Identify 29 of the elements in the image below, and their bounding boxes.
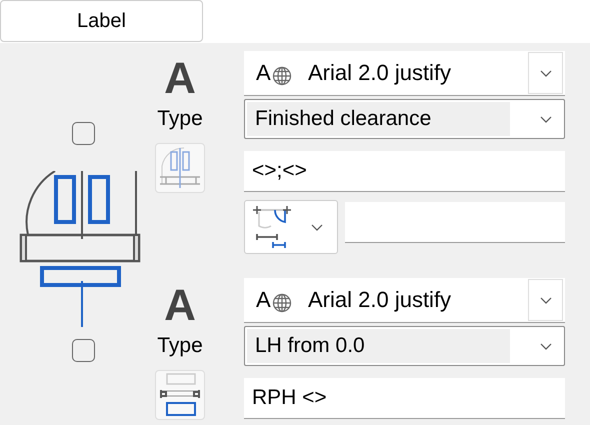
- chevron-down-icon: [311, 224, 323, 230]
- text-style-letter: A: [164, 57, 196, 101]
- font-dropdown[interactable]: A Arial 2.0 justify: [244, 51, 565, 96]
- label-button[interactable]: Label: [0, 0, 203, 42]
- globe-icon: [272, 293, 292, 313]
- type-label: Type: [157, 334, 203, 358]
- type-label: Type: [157, 107, 203, 131]
- mode-dropdown[interactable]: LH from 0.0: [244, 326, 565, 366]
- frame-section-icon: [158, 372, 202, 418]
- chevron-down-icon: [540, 296, 552, 304]
- dimension-dropdown[interactable]: [244, 200, 338, 254]
- font-name: Arial 2.0 justify: [307, 287, 452, 313]
- checkbox[interactable]: [72, 122, 94, 145]
- font-letter: A: [256, 289, 271, 311]
- text-style-letter: A: [164, 284, 196, 328]
- type-button[interactable]: [155, 370, 205, 420]
- globe-icon: [272, 66, 292, 86]
- chevron-down-icon: [540, 342, 552, 350]
- font-dropdown[interactable]: A Arial 2.0 justify: [244, 278, 565, 323]
- mode-dropdown[interactable]: Finished clearance: [244, 99, 565, 139]
- font-name: Arial 2.0 justify: [307, 60, 452, 86]
- door-elevation-icon: [158, 146, 202, 190]
- font-letter: A: [256, 62, 271, 84]
- text-field[interactable]: RPH <>: [244, 378, 565, 419]
- checkbox[interactable]: [72, 339, 94, 362]
- text-field[interactable]: <>;<>: [244, 151, 565, 192]
- chevron-down-icon: [540, 70, 552, 76]
- text-field[interactable]: [345, 202, 565, 243]
- chevron-down-icon: [540, 116, 552, 122]
